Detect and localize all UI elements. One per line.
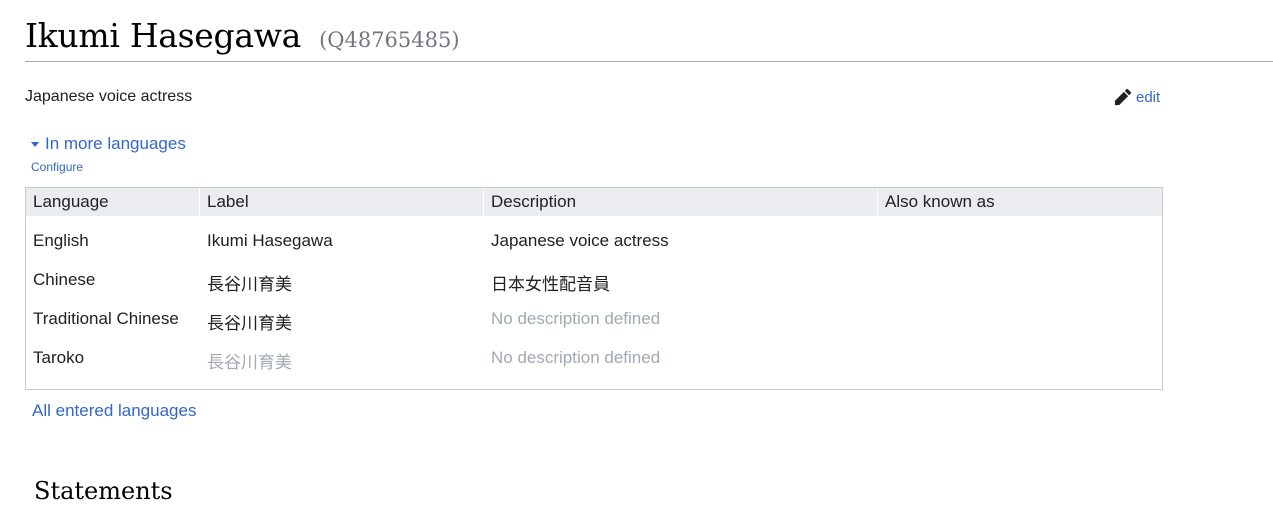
page-heading: Ikumi Hasegawa (Q48765485): [25, 14, 1273, 62]
column-divider: [877, 188, 878, 216]
edit-link[interactable]: edit: [1114, 88, 1160, 106]
configure-link[interactable]: Configure: [31, 160, 83, 174]
row-label: 長谷川育美: [207, 275, 292, 294]
more-languages-toggle[interactable]: In more languages: [31, 134, 186, 154]
entity-description: Japanese voice actress: [25, 88, 193, 105]
row-language: English: [33, 231, 89, 250]
table-row: Chinese 長谷川育美 日本女性配音員: [26, 270, 1162, 309]
row-description: 日本女性配音員: [491, 275, 610, 294]
row-description: No description defined: [491, 348, 661, 367]
table-row: Traditional Chinese 長谷川育美 No description…: [26, 309, 1162, 348]
languages-table: Language Label Description Also known as…: [25, 187, 1163, 390]
table-row: English Ikumi Hasegawa Japanese voice ac…: [26, 231, 1162, 270]
edit-label: edit: [1136, 88, 1161, 106]
row-language: Taroko: [33, 348, 85, 367]
pencil-icon: [1114, 88, 1132, 106]
header-language: Language: [33, 192, 109, 211]
caret-down-icon: [31, 142, 39, 147]
column-divider: [199, 188, 200, 216]
row-description: Japanese voice actress: [491, 231, 669, 250]
all-entered-languages-link[interactable]: All entered languages: [32, 401, 196, 421]
languages-table-header: Language Label Description Also known as: [26, 188, 1162, 216]
row-label: Ikumi Hasegawa: [207, 231, 333, 250]
entity-id: (Q48765485): [319, 28, 460, 52]
entity-label: Ikumi Hasegawa: [25, 16, 302, 55]
row-language: Chinese: [33, 270, 96, 289]
table-row: Taroko 長谷川育美 No description defined: [26, 348, 1162, 387]
column-divider: [483, 188, 484, 216]
row-language: Traditional Chinese: [33, 309, 179, 328]
header-description: Description: [491, 192, 577, 211]
row-label: 長谷川育美: [207, 353, 292, 372]
header-label: Label: [207, 192, 249, 211]
row-label: 長谷川育美: [207, 314, 292, 333]
more-languages-label: In more languages: [45, 134, 186, 153]
statements-heading: Statements: [34, 477, 173, 505]
header-aliases: Also known as: [885, 192, 995, 211]
row-description: No description defined: [491, 309, 661, 328]
